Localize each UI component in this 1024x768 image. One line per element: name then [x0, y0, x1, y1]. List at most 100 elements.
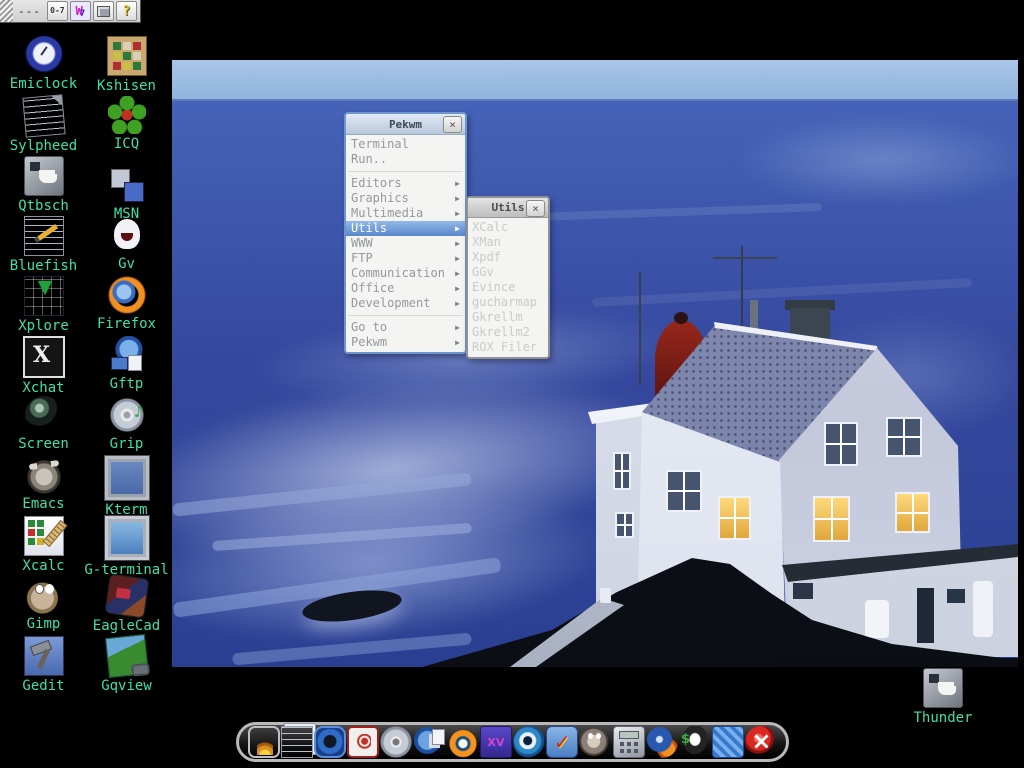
dock-item-media-player[interactable] — [314, 726, 346, 758]
desktop-icon-gedit[interactable]: Gedit — [2, 636, 85, 696]
menu-item-label: Editors — [351, 176, 455, 191]
pager-button[interactable]: 0-7 — [47, 1, 68, 21]
desktop-icon-label: Kterm — [105, 503, 147, 517]
cd-music-icon — [108, 396, 146, 434]
dock-item-checkmark-box[interactable] — [546, 726, 578, 758]
desktop-icon-label: ICQ — [114, 137, 139, 151]
menu-item-go-to[interactable]: Go to▶ — [346, 320, 465, 335]
help-window-button[interactable]: ? — [116, 1, 137, 21]
dock-item-gimp[interactable] — [579, 726, 611, 758]
desktop-icon-label: Grip — [110, 437, 144, 451]
submenu-item-ggv[interactable]: GGv — [468, 265, 548, 280]
desktop-icon-kshisen[interactable]: Kshisen — [85, 36, 168, 96]
dock-item-quit-cross[interactable] — [745, 726, 777, 758]
submenu-item-gkrellm[interactable]: Gkrellm — [468, 310, 548, 325]
kterm-monitor-icon — [105, 456, 149, 500]
menu-item-graphics[interactable]: Graphics▶ — [346, 191, 465, 206]
submenu-item-evince[interactable]: Evince — [468, 280, 548, 295]
dock-item-text-documents[interactable] — [281, 726, 313, 758]
pekwm-menu: Pekwm × TerminalRun..Editors▶Graphics▶Mu… — [344, 112, 467, 354]
menu-item-multimedia[interactable]: Multimedia▶ — [346, 206, 465, 221]
dock-item-pdf-reader[interactable] — [347, 726, 379, 758]
close-icon[interactable]: × — [443, 116, 462, 133]
desktop-icon-label: Emiclock — [10, 77, 77, 91]
desktop-icon-emiclock[interactable]: Emiclock — [2, 36, 85, 96]
globe-ftp-icon — [108, 336, 146, 374]
media-player-icon — [314, 726, 346, 758]
desktop-icon-sylpheed[interactable]: Sylpheed — [2, 96, 85, 156]
desktop-icon-bluefish[interactable]: Bluefish — [2, 216, 85, 276]
house-window-dark — [613, 452, 631, 490]
desktop-icon-grip[interactable]: Grip — [85, 396, 168, 456]
menu-item-run[interactable]: Run.. — [346, 152, 465, 167]
dock-item-blue-cube[interactable] — [712, 726, 744, 758]
w7-window-button[interactable]: W7 — [70, 1, 91, 21]
desktop-icon-eaglecad[interactable]: EagleCad — [85, 576, 168, 636]
menu-item-www[interactable]: WWW▶ — [346, 236, 465, 251]
close-icon[interactable]: × — [526, 200, 545, 217]
desktop-icon-g-terminal[interactable]: G-terminal — [85, 516, 168, 576]
antenna-mast — [741, 246, 743, 334]
desktop-icon-kterm[interactable]: Kterm — [85, 456, 168, 516]
menu-item-terminal[interactable]: Terminal — [346, 137, 465, 152]
desktop-icon-firefox[interactable]: Firefox — [85, 276, 168, 336]
utils-submenu-titlebar[interactable]: Utils × — [468, 198, 548, 218]
dock-item-network-globe[interactable] — [414, 726, 446, 758]
pekwm-menu-titlebar[interactable]: Pekwm × — [346, 114, 465, 135]
submenu-item-rox-filer[interactable]: ROX Filer — [468, 340, 548, 355]
icq-flower-icon — [108, 96, 146, 134]
menu-item-communication[interactable]: Communication▶ — [346, 266, 465, 281]
firefox-icon — [108, 276, 146, 314]
web-browser-flame-icon — [646, 726, 678, 758]
desktop-icon-xcalc[interactable]: Xcalc — [2, 516, 85, 576]
desktop-icon-xplore[interactable]: Xplore — [2, 276, 85, 336]
menu-item-office[interactable]: Office▶ — [346, 281, 465, 296]
box-window-button[interactable] — [93, 1, 114, 21]
desktop-icon-screen[interactable]: Screen — [2, 396, 85, 456]
panel-window-label[interactable]: --- — [13, 5, 46, 18]
desktop-icon-xchat[interactable]: Xchat — [2, 336, 85, 396]
menu-item-ftp[interactable]: FTP▶ — [346, 251, 465, 266]
panel-grip-handle[interactable] — [0, 0, 13, 22]
menu-item-pekwm[interactable]: Pekwm▶ — [346, 335, 465, 350]
dock-item-blender[interactable] — [447, 726, 479, 758]
dock-item-xv-viewer[interactable] — [480, 726, 512, 758]
desktop-icon-gqview[interactable]: Gqview — [85, 636, 168, 696]
dock-bar[interactable] — [236, 722, 789, 762]
extension-window — [793, 583, 813, 599]
dock-item-calculator[interactable] — [613, 726, 645, 758]
submenu-arrow-icon: ▶ — [455, 266, 460, 281]
menu-item-utils[interactable]: Utils▶ — [346, 221, 465, 236]
utils-submenu-title: Utils — [491, 201, 524, 214]
submenu-item-xpdf[interactable]: Xpdf — [468, 250, 548, 265]
desktop-icon-label: Emacs — [22, 497, 64, 511]
desktop-icon-label: Gv — [118, 257, 135, 271]
desktop-icon-gftp[interactable]: Gftp — [85, 336, 168, 396]
desktop-icon-emacs[interactable]: Emacs — [2, 456, 85, 516]
dock-item-cd-disc[interactable] — [380, 726, 412, 758]
menu-item-development[interactable]: Development▶ — [346, 296, 465, 311]
submenu-item-xcalc[interactable]: XCalc — [468, 220, 548, 235]
pekwm-menu-items: TerminalRun..Editors▶Graphics▶Multimedia… — [346, 135, 465, 352]
extension-window — [947, 589, 965, 603]
calculator-icon — [613, 726, 645, 758]
menu-item-label: Communication — [351, 266, 455, 281]
wallpaper-horizon — [172, 99, 1018, 101]
document-pencil-icon — [24, 216, 64, 256]
menu-item-label: Development — [351, 296, 455, 311]
desktop-icon-icq[interactable]: ICQ — [85, 96, 168, 156]
menu-item-editors[interactable]: Editors▶ — [346, 176, 465, 191]
desktop-icon-gimp[interactable]: Gimp — [2, 576, 85, 636]
text-documents-icon — [281, 726, 313, 758]
dock-item-tux-money[interactable] — [679, 726, 711, 758]
submenu-item-xman[interactable]: XMan — [468, 235, 548, 250]
desktop-icon-qtbsch[interactable]: Qtbsch — [2, 156, 85, 216]
dock-item-web-browser-flame[interactable] — [646, 726, 678, 758]
submenu-item-gkrellm2[interactable]: Gkrellm2 — [468, 325, 548, 340]
desktop-icon-label: Gftp — [110, 377, 144, 391]
dock-item-eye-media[interactable] — [513, 726, 545, 758]
submenu-item-gucharmap[interactable]: gucharmap — [468, 295, 548, 310]
dock-item-shell-terminal[interactable] — [248, 726, 280, 758]
wave-streak — [592, 278, 972, 307]
desktop-icon-thunder[interactable]: Thunder — [914, 668, 972, 725]
